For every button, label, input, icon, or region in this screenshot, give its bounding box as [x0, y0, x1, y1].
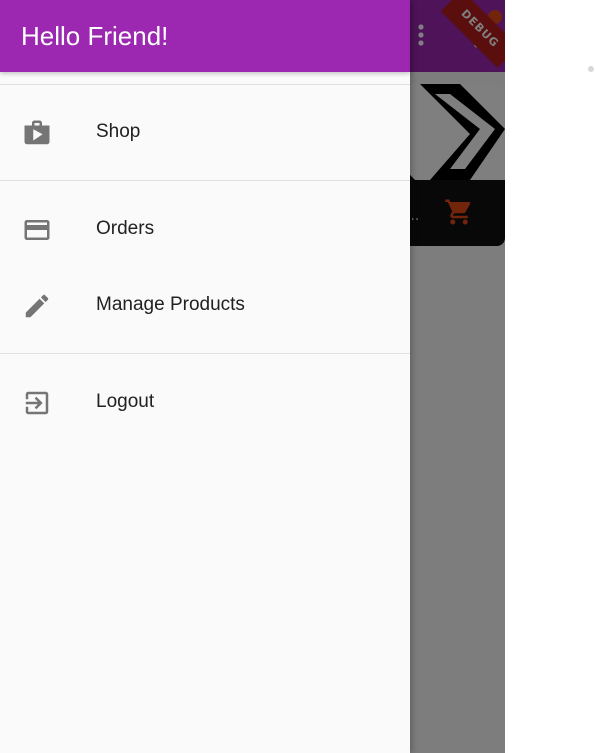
drawer-item-logout[interactable]: Logout [0, 371, 410, 431]
scroll-indicator-dot [588, 66, 594, 72]
exit-to-app-icon [25, 391, 49, 415]
drawer-item-manage-products[interactable]: Manage Products [0, 274, 410, 334]
divider [0, 180, 410, 181]
drawer-item-label: Orders [96, 218, 155, 239]
drawer-header: Hello Friend! [0, 0, 410, 72]
drawer-item-label: Logout [96, 391, 155, 412]
divider [0, 353, 410, 354]
drawer-item-shop[interactable]: Shop [0, 101, 410, 161]
drawer-title: Hello Friend! [21, 21, 169, 51]
shop-bag-icon [24, 120, 50, 145]
app-screen: DEBUG ... Hello Friend! [0, 0, 595, 753]
navigation-drawer: Hello Friend! Shop Orders Manage Product… [0, 0, 410, 753]
drawer-item-label: Shop [96, 121, 141, 142]
drawer-item-label: Manage Products [96, 294, 245, 315]
credit-card-icon [24, 220, 50, 240]
drawer-item-orders[interactable]: Orders [0, 198, 410, 258]
edit-pencil-icon [25, 294, 49, 318]
divider [0, 84, 410, 85]
